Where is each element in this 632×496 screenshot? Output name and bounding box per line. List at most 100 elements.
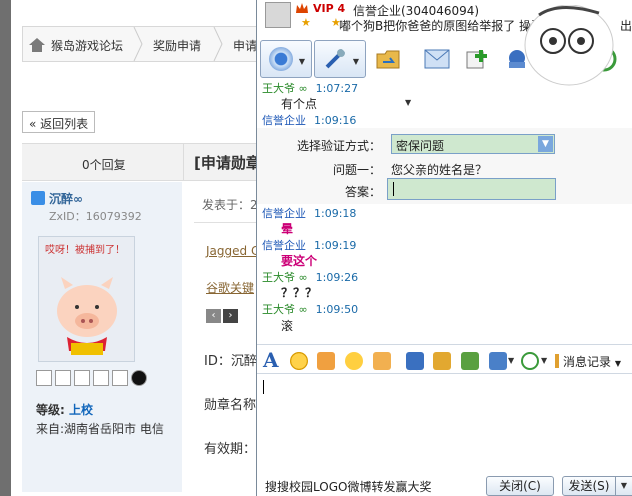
chat-footer: 搜搜校园LOGO微博转发赢大奖 关闭(C) 发送(S) ▼: [257, 474, 632, 496]
music-icon[interactable]: [461, 352, 479, 370]
message-header: 王大爷 ∞ 1:09:26: [262, 271, 359, 284]
chevron-down-icon[interactable]: ▼: [508, 356, 514, 365]
breadcrumb-apply[interactable]: 申请: [233, 37, 257, 54]
message-history: 王大爷 ∞ 1:07:27 有个点 信誉企业 1:09:16 信誉企业 1:09:18…: [257, 80, 632, 340]
create-group-icon[interactable]: [463, 46, 491, 72]
thread-header: 0个回复 [申请勋章: [22, 143, 261, 181]
chevron-down-icon[interactable]: ▼: [353, 57, 359, 66]
doodle-icon[interactable]: [373, 352, 391, 370]
next-arrow-icon[interactable]: ›: [223, 309, 238, 323]
microphone-icon: [325, 49, 345, 69]
avatar[interactable]: 哎呀！被捕到了！: [38, 236, 135, 362]
post-field-id: ID：沉醉: [204, 354, 257, 369]
question-label: 问题一：: [333, 163, 382, 177]
post-link-jagged[interactable]: Jagged C: [206, 244, 259, 258]
message-header: 信誉企业 1:09:19: [262, 239, 357, 252]
breadcrumb-reward[interactable]: 奖励申请: [153, 37, 201, 54]
mail-icon[interactable]: [36, 370, 52, 386]
chevron-down-icon[interactable]: ▼: [615, 359, 621, 368]
history-icon: [555, 354, 559, 368]
message-header: 信誉企业 1:09:16: [262, 114, 357, 127]
message-text: 要这个: [281, 254, 318, 268]
answer-label: 答案：: [345, 185, 382, 199]
message-text: 有个点: [281, 97, 318, 111]
attachment-nav: ‹ ›: [206, 307, 240, 323]
qq-icon[interactable]: [131, 370, 147, 386]
avatar-caption: 哎呀！被捕到了！: [45, 245, 125, 256]
star-icon: ★: [301, 16, 311, 29]
emoji-icon[interactable]: [290, 352, 308, 370]
message-header: 王大爷 ∞ 1:09:50: [262, 303, 359, 316]
nudge-icon[interactable]: [345, 352, 363, 370]
post-field-valid: 有效期：: [204, 442, 257, 457]
voice-call-button[interactable]: ▼: [314, 40, 366, 78]
user-icon: [31, 191, 45, 205]
author-panel: 沉醉∞ ZxID：16079392 哎呀！被捕到了！ 等级: 上校 来自:湖南省…: [22, 182, 182, 492]
post-meta: 发表于：2: [202, 198, 258, 212]
font-icon[interactable]: A: [263, 348, 279, 372]
message-text: 滚: [281, 319, 294, 333]
send-button[interactable]: 发送(S): [562, 476, 616, 496]
send-options-button[interactable]: ▼: [615, 476, 632, 496]
send-file-icon[interactable]: [375, 46, 403, 72]
post-link-google[interactable]: 谷歌关键: [206, 279, 254, 296]
thread-title: [申请勋章: [194, 154, 261, 172]
chevron-down-icon[interactable]: ▼: [299, 57, 305, 66]
screenshot-icon[interactable]: [489, 352, 507, 370]
author-zxid: ZxID：16079392: [49, 210, 142, 223]
post-body: 发表于：2 Jagged C 谷歌关键 ‹ › ID：沉醉 勋章名称 有效期：: [182, 182, 264, 496]
message-input[interactable]: [257, 374, 632, 474]
prev-arrow-icon[interactable]: ‹: [206, 309, 221, 323]
author-level: 等级: 上校: [36, 403, 94, 417]
search-posts-icon[interactable]: [74, 370, 90, 386]
format-toolbar: A ▼ ▼ 消息记录 ▼: [257, 344, 632, 374]
add-friend-icon[interactable]: [55, 370, 71, 386]
verify-method-label: 选择验证方式：: [297, 139, 382, 153]
chevron-down-icon: ▼: [620, 481, 628, 490]
question-text: 您父亲的姓名是？: [391, 163, 488, 177]
ad-link[interactable]: 搜搜校园LOGO微博转发赢大奖: [265, 478, 431, 495]
contact-avatar[interactable]: [265, 2, 291, 28]
divider: [194, 222, 264, 223]
message-header: 王大爷 ∞ 1:07:27: [262, 82, 359, 95]
breadcrumb: 猴岛游戏论坛 奖励申请 申请: [22, 26, 262, 62]
breadcrumb-separator: [133, 27, 143, 61]
message-record-button[interactable]: 消息记录 ▼: [563, 353, 621, 370]
close-button[interactable]: 关闭(C): [486, 476, 554, 496]
author-actions: [36, 370, 176, 390]
pig-avatar-image: [57, 277, 117, 355]
verify-method-select[interactable]: 密保问题 ▼: [391, 134, 555, 154]
divider: [183, 144, 184, 180]
webcam-icon: [269, 47, 293, 71]
soso-search-icon[interactable]: [521, 352, 539, 370]
vip-crown-icon: [296, 3, 308, 13]
gift-icon[interactable]: [433, 352, 451, 370]
author-location: 来自:湖南省岳阳市 电信: [36, 422, 164, 436]
card-icon[interactable]: [112, 370, 128, 386]
window-edge: [0, 0, 11, 496]
email-icon[interactable]: [423, 46, 451, 72]
chevron-down-icon[interactable]: ▼: [538, 136, 553, 152]
breadcrumb-separator: [213, 27, 223, 61]
security-verification-card: 选择验证方式： 密保问题 ▼ 问题一： 您父亲的姓名是？ 答案：: [257, 128, 632, 204]
image-icon[interactable]: [406, 352, 424, 370]
answer-input[interactable]: [387, 178, 556, 200]
profile-icon[interactable]: [93, 370, 109, 386]
reply-count: 0个回复: [82, 158, 126, 172]
home-icon[interactable]: [29, 38, 45, 52]
chevron-down-icon[interactable]: ▼: [541, 356, 547, 365]
message-text: 晕: [281, 222, 294, 236]
chat-window: VIP 4 信誉企业(304046094) ★ ★ 嘟个狗B把你爸爸的原图给举报…: [256, 0, 632, 496]
video-call-button[interactable]: ▼: [260, 40, 312, 78]
back-to-list-button[interactable]: « 返回列表: [22, 111, 95, 133]
post-field-medal: 勋章名称: [204, 398, 257, 413]
text-caret: [263, 380, 264, 394]
author-name[interactable]: 沉醉∞: [49, 190, 83, 207]
text-caret: [393, 182, 394, 196]
level-value[interactable]: 上校: [69, 403, 93, 417]
magic-emoji-icon[interactable]: [317, 352, 335, 370]
vip-badge: VIP 4: [313, 2, 346, 15]
message-text: ？？？: [281, 286, 318, 300]
message-header: 信誉企业 1:09:18: [262, 207, 357, 220]
breadcrumb-forum[interactable]: 猴岛游戏论坛: [51, 37, 123, 54]
